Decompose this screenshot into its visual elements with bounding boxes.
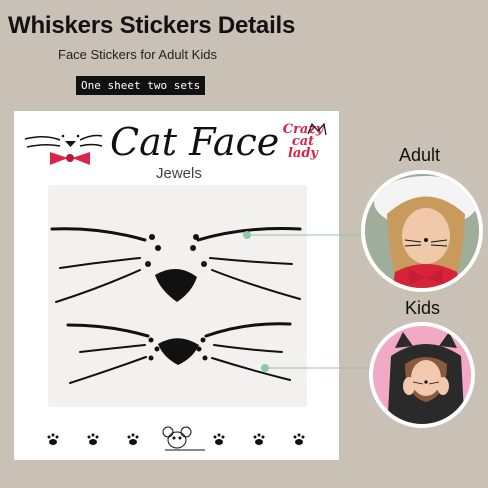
mouse-icon <box>162 426 205 451</box>
adult-label: Adult <box>399 145 441 165</box>
kids-label: Kids <box>405 298 441 318</box>
paw-icon <box>293 433 305 445</box>
paw-icon <box>127 433 139 445</box>
whiskers-set-large <box>50 226 302 303</box>
kids-portrait-illustration <box>373 326 471 424</box>
badge-cat-ears-icon <box>307 122 327 136</box>
kids-photo <box>369 322 475 428</box>
paw-prints-row <box>47 433 305 445</box>
whiskers-set-small <box>66 322 292 384</box>
cat-bowtie-icon <box>24 134 103 165</box>
paw-icon <box>253 433 265 445</box>
paw-icon <box>87 433 99 445</box>
adult-portrait-illustration <box>365 174 479 288</box>
paw-icon <box>213 433 225 445</box>
adult-photo <box>361 170 483 292</box>
paw-icon <box>47 433 59 445</box>
